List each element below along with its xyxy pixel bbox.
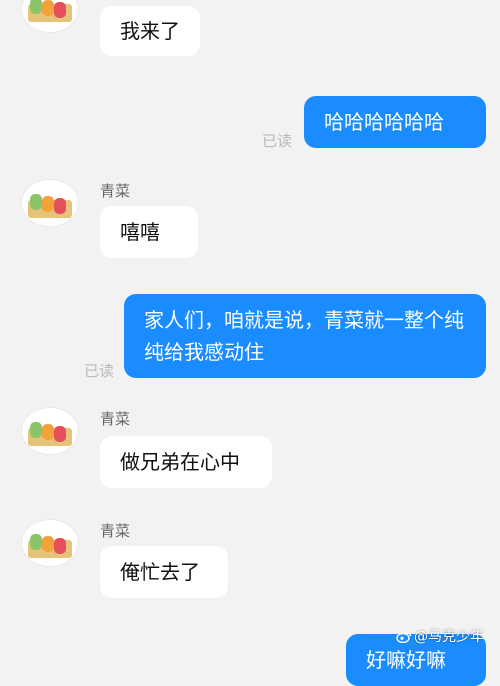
message-text: 哈哈哈哈哈哈 — [324, 110, 444, 134]
sender-name: 青菜 — [100, 182, 131, 200]
sender-name: 青菜 — [100, 522, 131, 540]
sender-name: 青菜 — [100, 410, 131, 428]
avatar[interactable] — [22, 520, 78, 566]
avatar[interactable] — [22, 180, 78, 226]
watermark-text: @马克少年 — [414, 629, 484, 645]
message-text: 嘻嘻 — [120, 220, 160, 244]
message-bubble-incoming[interactable]: 嘻嘻 — [100, 206, 198, 258]
message-text: 我来了 — [120, 19, 180, 43]
message-text: 好嘛好嘛 — [366, 648, 446, 672]
message-bubble-incoming[interactable]: 做兄弟在心中 — [100, 436, 272, 488]
message-bubble-outgoing[interactable]: 哈哈哈哈哈哈 — [304, 96, 486, 148]
watermark: @马克少年 — [396, 626, 484, 646]
message-text: 家人们，咱就是说，青菜就一整个纯纯给我感动住 — [144, 308, 464, 364]
message-text: 做兄弟在心中 — [120, 450, 240, 474]
avatar[interactable] — [22, 0, 78, 32]
read-receipt: 已读 — [84, 362, 115, 380]
weibo-icon — [396, 631, 412, 643]
avatar[interactable] — [22, 408, 78, 454]
read-receipt: 已读 — [262, 132, 293, 150]
message-bubble-outgoing[interactable]: 家人们，咱就是说，青菜就一整个纯纯给我感动住 — [124, 294, 486, 378]
message-bubble-incoming[interactable]: 俺忙去了 — [100, 546, 228, 598]
message-bubble-incoming[interactable]: 我来了 — [100, 6, 200, 56]
message-text: 俺忙去了 — [120, 560, 200, 584]
